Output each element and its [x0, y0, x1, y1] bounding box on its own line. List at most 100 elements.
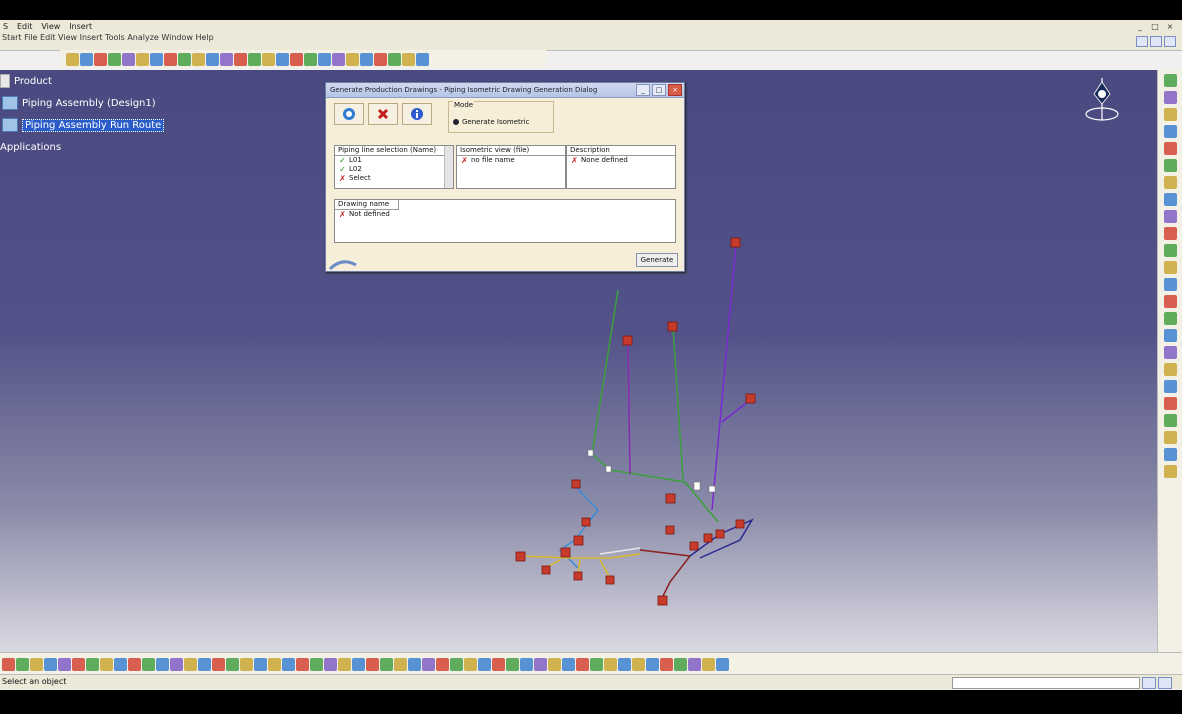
toolbar-button[interactable] [290, 52, 303, 66]
toolbar-button[interactable] [142, 657, 155, 671]
toolbar-button[interactable] [660, 657, 673, 671]
toolbar-button[interactable] [220, 52, 233, 66]
toolbar-button[interactable] [450, 657, 463, 671]
toolbar-button[interactable] [332, 52, 345, 66]
toolbar-button[interactable] [234, 52, 247, 66]
tree-item-piping-assembly[interactable]: Piping Assembly (Design1) [2, 96, 156, 110]
menu-start[interactable]: S [0, 20, 11, 34]
list-item[interactable]: ✗ no file name [457, 156, 565, 165]
toolbar-button[interactable] [1164, 108, 1177, 121]
compass-icon[interactable] [1080, 76, 1124, 130]
cancel-button[interactable] [368, 103, 398, 125]
toolbar-button[interactable] [416, 52, 429, 66]
toolbar-button[interactable] [604, 657, 617, 671]
list-item[interactable]: ✓ L01 [335, 156, 453, 165]
toolbar-button[interactable] [1164, 448, 1177, 461]
dialog-minimize-button[interactable]: _ [636, 84, 650, 96]
toolbar-button[interactable] [66, 52, 79, 66]
drawing-name-header[interactable]: Drawing name [335, 200, 399, 210]
toolbar-button[interactable] [2, 657, 15, 671]
dialog-close-button[interactable]: × [668, 84, 682, 96]
toolbar-button[interactable] [1164, 329, 1177, 342]
toolbar-button[interactable] [86, 657, 99, 671]
toolbar-button[interactable] [394, 657, 407, 671]
toolbar-button[interactable] [1164, 176, 1177, 189]
toolbar-button[interactable] [156, 657, 169, 671]
toolbar-button[interactable] [212, 657, 225, 671]
toolbar-button[interactable] [1164, 278, 1177, 291]
toolbar-button[interactable] [240, 657, 253, 671]
doc-restore-button[interactable] [1150, 36, 1162, 47]
toolbar-button[interactable] [716, 657, 729, 671]
maximize-button[interactable]: □ [1149, 21, 1161, 32]
list-item[interactable]: ✗ None defined [567, 156, 675, 165]
toolbar-button[interactable] [646, 657, 659, 671]
toolbar-button[interactable] [534, 657, 547, 671]
toolbar-button[interactable] [226, 657, 239, 671]
toolbar-button[interactable] [184, 657, 197, 671]
toolbar-button[interactable] [520, 657, 533, 671]
toolbar-button[interactable] [590, 657, 603, 671]
toolbar-button[interactable] [324, 657, 337, 671]
toolbar-button[interactable] [1164, 91, 1177, 104]
tree-root[interactable]: Product [0, 74, 52, 88]
toolbar-button[interactable] [374, 52, 387, 66]
toolbar-button[interactable] [1164, 295, 1177, 308]
doc-minimize-button[interactable] [1136, 36, 1148, 47]
toolbar-button[interactable] [380, 657, 393, 671]
menu-edit[interactable]: Edit [14, 20, 36, 34]
toolbar-button[interactable] [346, 52, 359, 66]
toolbar-button[interactable] [164, 52, 177, 66]
line-selection-header[interactable]: Piping line selection (Name) [335, 146, 453, 156]
toolbar-button[interactable] [114, 657, 127, 671]
toolbar-button[interactable] [360, 52, 373, 66]
toolbar-button[interactable] [422, 657, 435, 671]
toolbar-button[interactable] [136, 52, 149, 66]
description-header[interactable]: Description [567, 146, 675, 156]
toolbar-button[interactable] [338, 657, 351, 671]
command-input[interactable] [952, 677, 1140, 689]
toolbar-button[interactable] [318, 52, 331, 66]
toolbar-button[interactable] [1164, 193, 1177, 206]
toolbar-button[interactable] [198, 657, 211, 671]
toolbar-button[interactable] [1164, 380, 1177, 393]
toolbar-button[interactable] [464, 657, 477, 671]
list-scrollbar[interactable] [444, 146, 453, 188]
list-item[interactable]: ✗ Select [335, 174, 453, 183]
toolbar-button[interactable] [30, 657, 43, 671]
menu-insert[interactable]: Insert [66, 20, 95, 34]
toolbar-button[interactable] [170, 657, 183, 671]
toolbar-button[interactable] [296, 657, 309, 671]
status-button-1[interactable] [1142, 677, 1156, 689]
toolbar-button[interactable] [674, 657, 687, 671]
isometric-file-list[interactable]: Isometric view (file) ✗ no file name [456, 145, 566, 189]
toolbar-button[interactable] [1164, 431, 1177, 444]
toolbar-button[interactable] [1164, 74, 1177, 87]
dialog-maximize-button[interactable]: □ [652, 84, 666, 96]
toolbar-button[interactable] [352, 657, 365, 671]
toolbar-button[interactable] [576, 657, 589, 671]
toolbar-button[interactable] [492, 657, 505, 671]
info-button[interactable] [402, 103, 432, 125]
toolbar-button[interactable] [58, 657, 71, 671]
minimize-button[interactable]: _ [1134, 21, 1146, 32]
toolbar-button[interactable] [618, 657, 631, 671]
toolbar-button[interactable] [1164, 244, 1177, 257]
toolbar-button[interactable] [1164, 159, 1177, 172]
isometric-file-header[interactable]: Isometric view (file) [457, 146, 565, 156]
toolbar-button[interactable] [178, 52, 191, 66]
toolbar-button[interactable] [366, 657, 379, 671]
toolbar-button[interactable] [268, 657, 281, 671]
toolbar-button[interactable] [1164, 227, 1177, 240]
toolbar-button[interactable] [436, 657, 449, 671]
toolbar-button[interactable] [1164, 363, 1177, 376]
toolbar-button[interactable] [72, 657, 85, 671]
description-list[interactable]: Description ✗ None defined [566, 145, 676, 189]
mode-option-radio[interactable]: Generate Isometric [453, 118, 529, 126]
drawing-name-list[interactable]: Drawing name ✗ Not defined [334, 199, 676, 243]
toolbar-button[interactable] [206, 52, 219, 66]
ok-button[interactable] [334, 103, 364, 125]
toolbar-button[interactable] [478, 657, 491, 671]
toolbar-button[interactable] [304, 52, 317, 66]
toolbar-button[interactable] [254, 657, 267, 671]
